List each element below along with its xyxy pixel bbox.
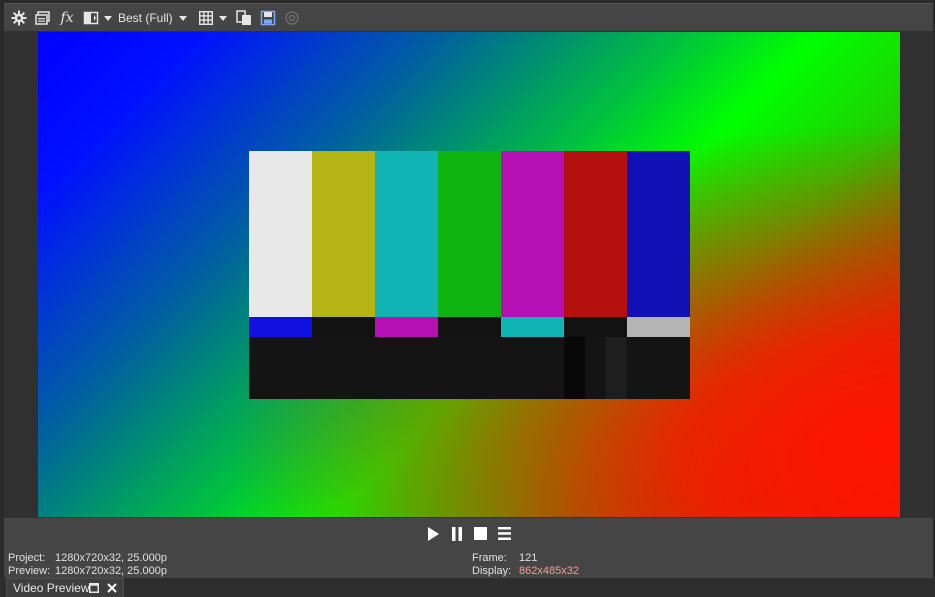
maximize-icon[interactable] [87, 581, 101, 595]
pluge-mid [585, 337, 606, 399]
play-icon[interactable] [423, 524, 443, 544]
preview-mode-icon[interactable] [80, 7, 102, 29]
preview-value: 1280x720x32, 25.000p [55, 565, 167, 577]
project-label: Project: [8, 552, 46, 564]
split-screen-icon[interactable] [32, 7, 54, 29]
pluge-block [249, 337, 690, 399]
tab-label: Video Preview [13, 581, 90, 595]
grid-dropdown-icon[interactable] [217, 7, 229, 29]
preview-toolbar: fx Best (Full) [4, 3, 933, 32]
preview-mode-dropdown-icon[interactable] [102, 7, 114, 29]
pluge-dark [564, 337, 585, 399]
pause-icon[interactable] [447, 524, 467, 544]
status-panel: Project: 1280x720x32, 25.000p Preview: 128… [4, 548, 933, 578]
project-info: Project: 1280x720x32, 25.000p [8, 552, 167, 564]
tab-bar: Video Preview [0, 578, 935, 597]
menu-icon[interactable] [495, 524, 515, 544]
transport-bar [4, 517, 933, 549]
bar-white [249, 151, 312, 317]
display-label: Display: [472, 565, 512, 577]
grid-icon[interactable] [195, 7, 217, 29]
frame-info: Frame: 121 [472, 552, 537, 564]
bar-yellow [312, 151, 375, 317]
sub-bar-magenta [375, 317, 438, 337]
bar-blue [627, 151, 690, 317]
close-icon[interactable] [105, 581, 119, 595]
preview-area [4, 31, 933, 517]
color-bars [249, 151, 690, 399]
sub-bar-black [438, 317, 501, 337]
sub-bar-blue [249, 317, 312, 337]
bar-red [564, 151, 627, 317]
bar-magenta [501, 151, 564, 317]
video-frame[interactable] [38, 32, 900, 517]
tab-video-preview[interactable]: Video Preview [6, 578, 124, 597]
stop-icon[interactable] [471, 524, 491, 544]
sub-bar-cyan [501, 317, 564, 337]
quality-dropdown-icon[interactable] [177, 7, 189, 29]
sub-bar-gray [627, 317, 690, 337]
preview-label: Preview: [8, 565, 51, 577]
sub-bar-black [564, 317, 627, 337]
external-monitor-icon[interactable] [281, 7, 303, 29]
quality-select[interactable]: Best (Full) [118, 11, 173, 25]
video-preview-window: fx Best (Full) Project: 1280x720x32, 25.… [0, 0, 935, 597]
settings-icon[interactable] [8, 7, 30, 29]
bar-green [438, 151, 501, 317]
bar-cyan [375, 151, 438, 317]
project-value: 1280x720x32, 25.000p [55, 552, 167, 564]
copy-snapshot-icon[interactable] [233, 7, 255, 29]
preview-info: Preview: 1280x720x32, 25.000p [8, 565, 167, 577]
sub-bar-black [312, 317, 375, 337]
frame-label: Frame: [472, 552, 507, 564]
frame-value: 121 [519, 552, 538, 564]
display-info: Display: 862x485x32 [472, 565, 579, 577]
fx-icon[interactable]: fx [56, 7, 78, 29]
save-snapshot-icon[interactable] [257, 7, 279, 29]
pluge-light [606, 337, 627, 399]
display-value: 862x485x32 [519, 565, 579, 577]
